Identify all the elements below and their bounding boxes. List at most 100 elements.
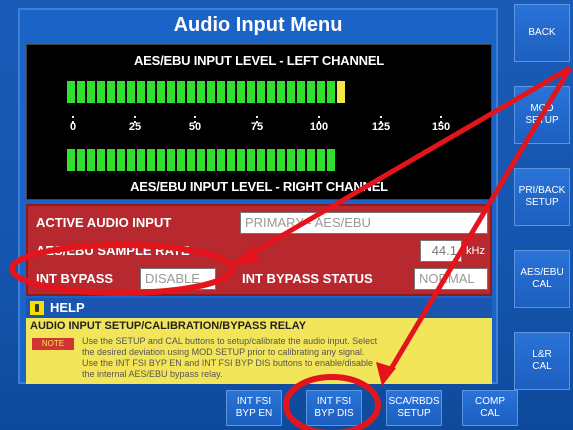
level-segment	[277, 149, 285, 171]
back-button[interactable]: BACK	[514, 4, 570, 62]
help-header: HELP	[26, 298, 492, 318]
level-segment	[167, 81, 175, 103]
help-body: AUDIO INPUT SETUP/CALIBRATION/BYPASS REL…	[26, 318, 492, 384]
active-input-field[interactable]: PRIMARY - AES/EBU	[240, 212, 488, 234]
level-scale: :0:25:50:75:100:125:150	[27, 110, 491, 149]
pri-back-line2: SETUP	[525, 197, 559, 208]
level-segment	[117, 149, 125, 171]
page-title: Audio Input Menu	[173, 14, 343, 36]
level-segment	[177, 149, 185, 171]
help-label: HELP	[50, 300, 85, 315]
level-segment	[87, 81, 95, 103]
level-segment	[287, 81, 295, 103]
level-segment	[257, 81, 265, 103]
byp-en-line1: INT FSI	[236, 396, 272, 407]
level-segment	[167, 149, 175, 171]
help-line-2: the desired deviation using MOD SETUP pr…	[82, 347, 365, 357]
byp-dis-line1: INT FSI	[316, 396, 352, 407]
scale-tick: :0	[69, 110, 77, 133]
level-segment	[317, 81, 325, 103]
level-segment	[247, 81, 255, 103]
input-level-meter: AES/EBU INPUT LEVEL - LEFT CHANNEL :0 :25…	[26, 44, 492, 200]
level-segment	[267, 149, 275, 171]
sca-rbds-setup-button[interactable]: SCA/RBDS SETUP	[386, 390, 442, 426]
level-segment	[107, 81, 115, 103]
level-segment	[197, 81, 205, 103]
level-segment	[257, 149, 265, 171]
byp-en-line2: BYP EN	[235, 408, 273, 419]
help-line-1: Use the SETUP and CAL buttons to setup/c…	[82, 336, 378, 346]
left-channel-label: AES/EBU INPUT LEVEL - LEFT CHANNEL	[133, 53, 385, 68]
level-segment	[137, 149, 145, 171]
level-segment	[307, 81, 315, 103]
level-segment	[147, 81, 155, 103]
comp-cal-button[interactable]: COMP CAL	[462, 390, 518, 426]
right-channel-bar	[67, 149, 335, 171]
level-segment	[157, 81, 165, 103]
lr-cal-line1: L&R	[532, 349, 552, 360]
level-segment	[67, 149, 75, 171]
level-segment	[157, 149, 165, 171]
int-bypass-label: INT BYPASS	[36, 271, 114, 286]
mod-setup-button[interactable]: MOD SETUP	[514, 86, 570, 144]
pri-back-line1: PRI/BACK	[518, 185, 566, 196]
help-title: AUDIO INPUT SETUP/CALIBRATION/BYPASS REL…	[30, 320, 307, 332]
level-segment	[77, 81, 85, 103]
level-segment	[97, 81, 105, 103]
sample-rate-unit: kHz	[466, 245, 485, 257]
level-segment	[187, 81, 195, 103]
scale-tick: :100	[309, 110, 329, 133]
level-segment	[107, 149, 115, 171]
level-segment	[307, 149, 315, 171]
level-segment	[297, 149, 305, 171]
scale-tick: :25	[128, 110, 142, 133]
int-bypass-field[interactable]: DISABLE	[140, 268, 216, 290]
level-segment	[137, 81, 145, 103]
level-segment	[177, 81, 185, 103]
level-segment	[127, 81, 135, 103]
note-badge: NOTE	[32, 338, 74, 350]
level-segment	[247, 149, 255, 171]
lr-cal-button[interactable]: L&R CAL	[514, 332, 570, 390]
level-segment	[287, 149, 295, 171]
active-input-label: ACTIVE AUDIO INPUT	[36, 215, 172, 230]
screen: Audio Input Menu AES/EBU INPUT LEVEL - L…	[0, 0, 573, 430]
help-text: Use the SETUP and CAL buttons to setup/c…	[82, 336, 482, 380]
bypass-row: INT BYPASS DISABLE INT BYPASS STATUS NOR…	[28, 266, 490, 292]
level-segment	[207, 149, 215, 171]
level-segment	[117, 81, 125, 103]
right-channel-label: AES/EBU INPUT LEVEL - RIGHT CHANNEL	[130, 179, 388, 194]
level-segment	[317, 149, 325, 171]
mod-setup-line2: SETUP	[525, 115, 559, 126]
level-segment	[127, 149, 135, 171]
int-bypass-status-field: NORMAL	[414, 268, 488, 290]
level-segment	[217, 149, 225, 171]
help-info-icon	[30, 301, 44, 315]
aes-ebu-cal-button[interactable]: AES/EBU CAL	[514, 250, 570, 308]
sample-rate-label: AES/EBU SAMPLE RATE	[36, 243, 190, 258]
sample-rate-row: AES/EBU SAMPLE RATE 44.1 kHz	[28, 238, 490, 264]
level-segment	[267, 81, 275, 103]
back-button-label: BACK	[528, 27, 556, 38]
scale-tick: :50	[188, 110, 202, 133]
settings-panel: ACTIVE AUDIO INPUT PRIMARY - AES/EBU AES…	[26, 204, 492, 296]
help-line-3: Use the INT FSI BYP EN and INT FSI BYP D…	[82, 358, 373, 368]
audio-input-panel: Audio Input Menu AES/EBU INPUT LEVEL - L…	[18, 8, 498, 384]
scale-tick: :75	[250, 110, 264, 133]
level-segment	[187, 149, 195, 171]
lr-cal-line2: CAL	[532, 361, 552, 372]
pri-back-setup-button[interactable]: PRI/BACK SETUP	[514, 168, 570, 226]
sca-rbds-line2: SETUP	[397, 408, 431, 419]
level-segment	[327, 149, 335, 171]
comp-cal-line2: CAL	[480, 408, 500, 419]
level-segment	[147, 149, 155, 171]
int-fsi-byp-en-button[interactable]: INT FSI BYP EN	[226, 390, 282, 426]
level-segment	[327, 81, 335, 103]
active-input-row: ACTIVE AUDIO INPUT PRIMARY - AES/EBU	[28, 210, 490, 236]
int-fsi-byp-dis-button[interactable]: INT FSI BYP DIS	[306, 390, 362, 426]
level-segment	[97, 149, 105, 171]
level-segment	[207, 81, 215, 103]
level-segment	[197, 149, 205, 171]
level-segment	[277, 81, 285, 103]
comp-cal-line1: COMP	[475, 396, 505, 407]
